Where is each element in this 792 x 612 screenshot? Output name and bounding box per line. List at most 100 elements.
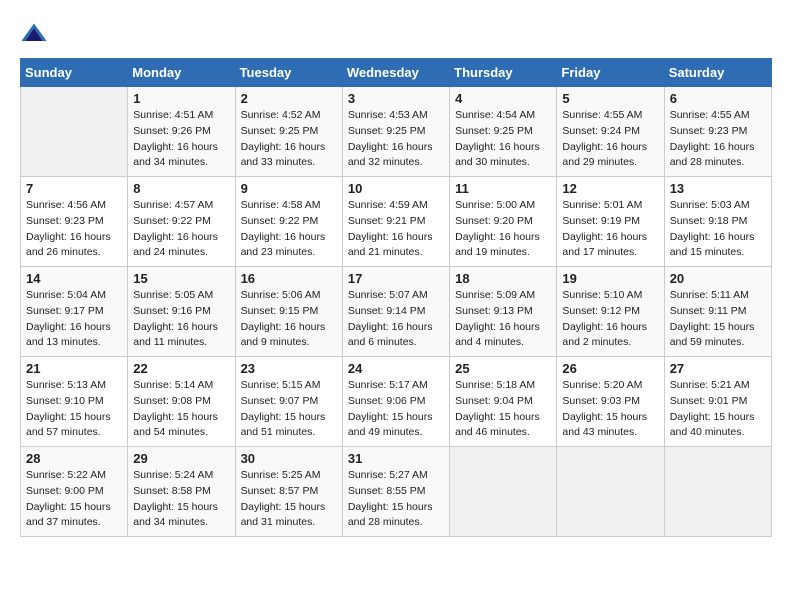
sunset: Sunset: 9:16 PM bbox=[133, 304, 229, 320]
daylight: Daylight: 16 hours and 24 minutes. bbox=[133, 230, 229, 262]
calendar-cell: 10 Sunrise: 4:59 AM Sunset: 9:21 PM Dayl… bbox=[342, 177, 449, 267]
day-number: 11 bbox=[455, 181, 551, 196]
day-info: Sunrise: 5:21 AM Sunset: 9:01 PM Dayligh… bbox=[670, 378, 766, 441]
day-info: Sunrise: 4:56 AM Sunset: 9:23 PM Dayligh… bbox=[26, 198, 122, 261]
daylight: Daylight: 16 hours and 29 minutes. bbox=[562, 140, 658, 172]
daylight: Daylight: 16 hours and 6 minutes. bbox=[348, 320, 444, 352]
day-info: Sunrise: 4:55 AM Sunset: 9:23 PM Dayligh… bbox=[670, 108, 766, 171]
calendar-cell: 19 Sunrise: 5:10 AM Sunset: 9:12 PM Dayl… bbox=[557, 267, 664, 357]
day-number: 12 bbox=[562, 181, 658, 196]
sunset: Sunset: 9:01 PM bbox=[670, 394, 766, 410]
day-number: 18 bbox=[455, 271, 551, 286]
day-number: 6 bbox=[670, 91, 766, 106]
day-info: Sunrise: 4:59 AM Sunset: 9:21 PM Dayligh… bbox=[348, 198, 444, 261]
sunset: Sunset: 8:57 PM bbox=[241, 484, 337, 500]
day-number: 15 bbox=[133, 271, 229, 286]
day-number: 14 bbox=[26, 271, 122, 286]
sunset: Sunset: 9:20 PM bbox=[455, 214, 551, 230]
day-info: Sunrise: 5:17 AM Sunset: 9:06 PM Dayligh… bbox=[348, 378, 444, 441]
calendar-cell: 28 Sunrise: 5:22 AM Sunset: 9:00 PM Dayl… bbox=[21, 447, 128, 537]
sunset: Sunset: 9:22 PM bbox=[133, 214, 229, 230]
sunset: Sunset: 9:12 PM bbox=[562, 304, 658, 320]
day-number: 3 bbox=[348, 91, 444, 106]
sunset: Sunset: 9:07 PM bbox=[241, 394, 337, 410]
daylight: Daylight: 16 hours and 34 minutes. bbox=[133, 140, 229, 172]
calendar-cell: 18 Sunrise: 5:09 AM Sunset: 9:13 PM Dayl… bbox=[450, 267, 557, 357]
sunrise: Sunrise: 5:11 AM bbox=[670, 288, 766, 304]
calendar-cell: 14 Sunrise: 5:04 AM Sunset: 9:17 PM Dayl… bbox=[21, 267, 128, 357]
calendar-cell: 16 Sunrise: 5:06 AM Sunset: 9:15 PM Dayl… bbox=[235, 267, 342, 357]
weekday-header: Wednesday bbox=[342, 59, 449, 87]
sunrise: Sunrise: 5:05 AM bbox=[133, 288, 229, 304]
day-number: 8 bbox=[133, 181, 229, 196]
daylight: Daylight: 16 hours and 9 minutes. bbox=[241, 320, 337, 352]
calendar-cell: 31 Sunrise: 5:27 AM Sunset: 8:55 PM Dayl… bbox=[342, 447, 449, 537]
calendar-header: SundayMondayTuesdayWednesdayThursdayFrid… bbox=[21, 59, 772, 87]
sunset: Sunset: 9:17 PM bbox=[26, 304, 122, 320]
day-number: 10 bbox=[348, 181, 444, 196]
calendar-cell: 4 Sunrise: 4:54 AM Sunset: 9:25 PM Dayli… bbox=[450, 87, 557, 177]
sunrise: Sunrise: 5:21 AM bbox=[670, 378, 766, 394]
day-info: Sunrise: 5:11 AM Sunset: 9:11 PM Dayligh… bbox=[670, 288, 766, 351]
sunrise: Sunrise: 4:58 AM bbox=[241, 198, 337, 214]
sunrise: Sunrise: 4:52 AM bbox=[241, 108, 337, 124]
daylight: Daylight: 16 hours and 28 minutes. bbox=[670, 140, 766, 172]
day-info: Sunrise: 4:57 AM Sunset: 9:22 PM Dayligh… bbox=[133, 198, 229, 261]
daylight: Daylight: 15 hours and 59 minutes. bbox=[670, 320, 766, 352]
sunset: Sunset: 9:25 PM bbox=[455, 124, 551, 140]
day-number: 5 bbox=[562, 91, 658, 106]
daylight: Daylight: 16 hours and 30 minutes. bbox=[455, 140, 551, 172]
sunset: Sunset: 9:11 PM bbox=[670, 304, 766, 320]
daylight: Daylight: 15 hours and 46 minutes. bbox=[455, 410, 551, 442]
day-number: 27 bbox=[670, 361, 766, 376]
weekday-header: Sunday bbox=[21, 59, 128, 87]
daylight: Daylight: 15 hours and 49 minutes. bbox=[348, 410, 444, 442]
daylight: Daylight: 15 hours and 40 minutes. bbox=[670, 410, 766, 442]
sunrise: Sunrise: 5:10 AM bbox=[562, 288, 658, 304]
day-number: 29 bbox=[133, 451, 229, 466]
sunset: Sunset: 9:03 PM bbox=[562, 394, 658, 410]
sunrise: Sunrise: 5:22 AM bbox=[26, 468, 122, 484]
calendar-cell: 26 Sunrise: 5:20 AM Sunset: 9:03 PM Dayl… bbox=[557, 357, 664, 447]
daylight: Daylight: 16 hours and 23 minutes. bbox=[241, 230, 337, 262]
sunrise: Sunrise: 5:03 AM bbox=[670, 198, 766, 214]
day-info: Sunrise: 5:07 AM Sunset: 9:14 PM Dayligh… bbox=[348, 288, 444, 351]
sunset: Sunset: 9:14 PM bbox=[348, 304, 444, 320]
day-number: 22 bbox=[133, 361, 229, 376]
calendar-cell: 30 Sunrise: 5:25 AM Sunset: 8:57 PM Dayl… bbox=[235, 447, 342, 537]
day-number: 31 bbox=[348, 451, 444, 466]
calendar-cell bbox=[450, 447, 557, 537]
sunset: Sunset: 9:00 PM bbox=[26, 484, 122, 500]
sunset: Sunset: 9:25 PM bbox=[348, 124, 444, 140]
header bbox=[20, 20, 772, 48]
daylight: Daylight: 16 hours and 17 minutes. bbox=[562, 230, 658, 262]
sunset: Sunset: 8:58 PM bbox=[133, 484, 229, 500]
day-info: Sunrise: 4:58 AM Sunset: 9:22 PM Dayligh… bbox=[241, 198, 337, 261]
calendar-cell: 29 Sunrise: 5:24 AM Sunset: 8:58 PM Dayl… bbox=[128, 447, 235, 537]
calendar-cell: 2 Sunrise: 4:52 AM Sunset: 9:25 PM Dayli… bbox=[235, 87, 342, 177]
calendar-cell: 11 Sunrise: 5:00 AM Sunset: 9:20 PM Dayl… bbox=[450, 177, 557, 267]
day-info: Sunrise: 5:20 AM Sunset: 9:03 PM Dayligh… bbox=[562, 378, 658, 441]
day-info: Sunrise: 4:53 AM Sunset: 9:25 PM Dayligh… bbox=[348, 108, 444, 171]
daylight: Daylight: 15 hours and 57 minutes. bbox=[26, 410, 122, 442]
sunset: Sunset: 9:13 PM bbox=[455, 304, 551, 320]
daylight: Daylight: 15 hours and 28 minutes. bbox=[348, 500, 444, 532]
daylight: Daylight: 16 hours and 19 minutes. bbox=[455, 230, 551, 262]
calendar-cell bbox=[21, 87, 128, 177]
calendar-cell: 15 Sunrise: 5:05 AM Sunset: 9:16 PM Dayl… bbox=[128, 267, 235, 357]
weekday-header: Friday bbox=[557, 59, 664, 87]
day-number: 17 bbox=[348, 271, 444, 286]
calendar-cell bbox=[664, 447, 771, 537]
sunrise: Sunrise: 4:57 AM bbox=[133, 198, 229, 214]
calendar-cell: 23 Sunrise: 5:15 AM Sunset: 9:07 PM Dayl… bbox=[235, 357, 342, 447]
daylight: Daylight: 15 hours and 43 minutes. bbox=[562, 410, 658, 442]
calendar-cell: 20 Sunrise: 5:11 AM Sunset: 9:11 PM Dayl… bbox=[664, 267, 771, 357]
calendar-cell: 6 Sunrise: 4:55 AM Sunset: 9:23 PM Dayli… bbox=[664, 87, 771, 177]
sunset: Sunset: 9:06 PM bbox=[348, 394, 444, 410]
sunset: Sunset: 8:55 PM bbox=[348, 484, 444, 500]
day-info: Sunrise: 5:15 AM Sunset: 9:07 PM Dayligh… bbox=[241, 378, 337, 441]
sunset: Sunset: 9:25 PM bbox=[241, 124, 337, 140]
sunset: Sunset: 9:23 PM bbox=[670, 124, 766, 140]
day-info: Sunrise: 5:24 AM Sunset: 8:58 PM Dayligh… bbox=[133, 468, 229, 531]
weekday-header: Thursday bbox=[450, 59, 557, 87]
